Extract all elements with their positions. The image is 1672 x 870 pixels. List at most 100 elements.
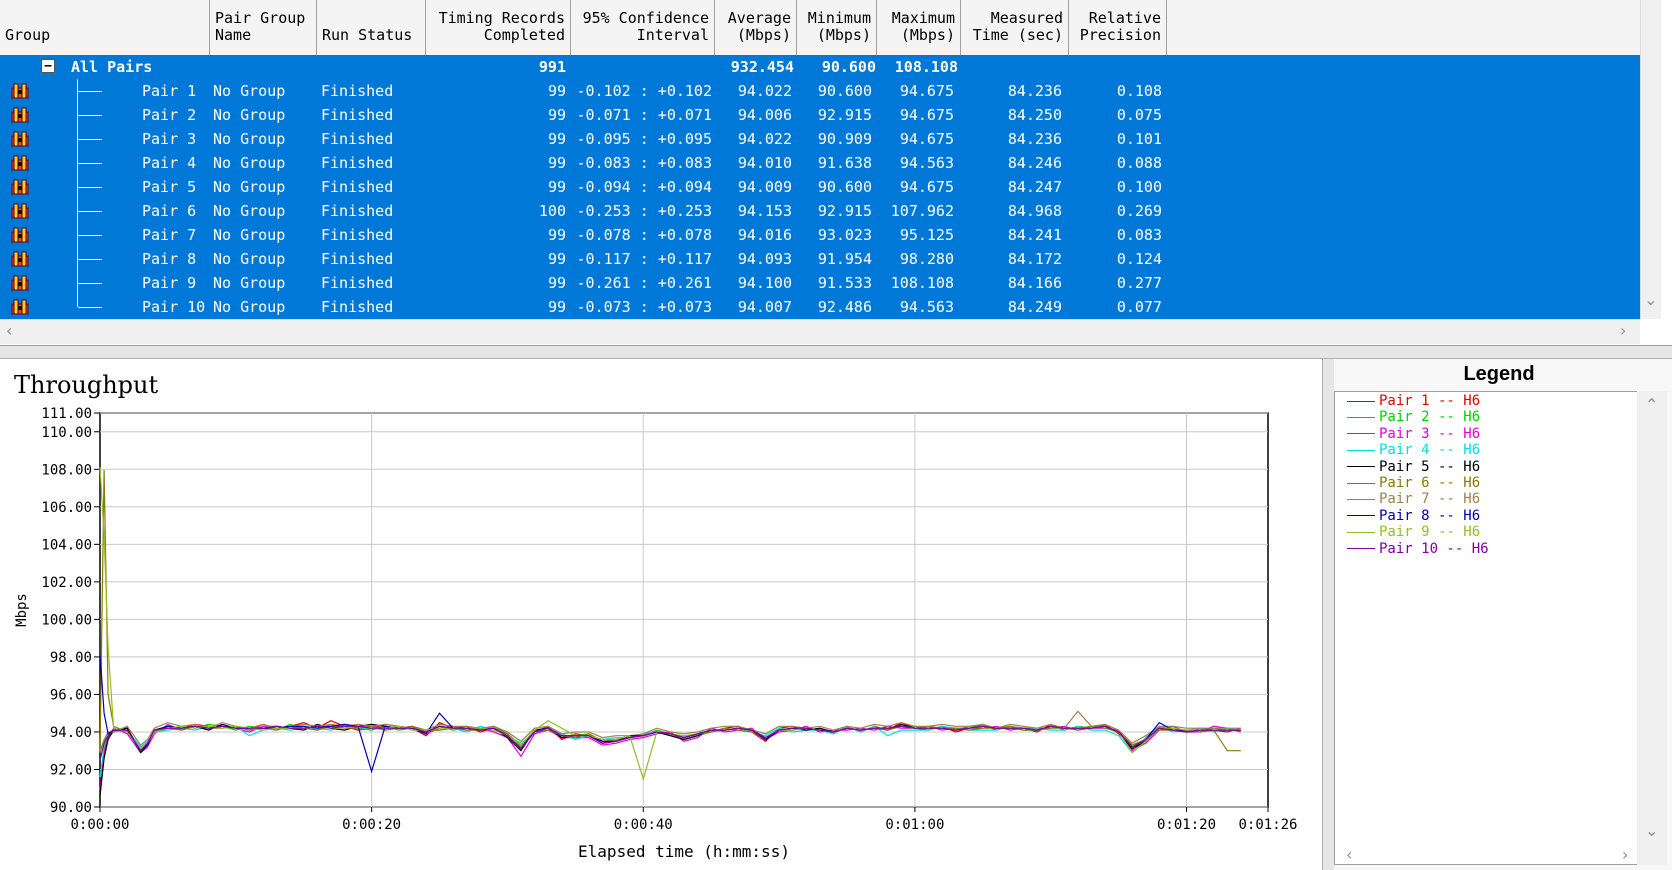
column-header[interactable]: Minimum (Mbps) [797,0,877,55]
legend-item: Pair 3 -- H6 [1347,426,1480,442]
scroll-left-icon[interactable]: ‹ [6,321,12,340]
minimum-cell: 92.915 [817,202,872,220]
summary-average: 932.454 [730,58,794,76]
tree-branch [78,139,102,140]
maximum-cell: 94.563 [899,298,954,316]
scroll-down-icon[interactable]: ⌄ [1644,290,1657,309]
measured-time-cell: 84.968 [1007,202,1062,220]
column-header[interactable]: Run Status [317,0,426,55]
pair-endpoint-icon [11,83,29,99]
legend-panel: Legend Pair 1 -- H6 Pair 2 -- H6 Pair 3 --… [1334,359,1672,870]
average-cell: 94.022 [737,130,792,148]
confidence-interval-cell: -0.253 : +0.253 [576,202,712,220]
run-status-cell: Finished [321,154,394,172]
column-header[interactable]: Relative Precision [1069,0,1167,55]
column-header-line1: Measured [990,9,1063,27]
horizontal-splitter[interactable] [0,346,1672,359]
pair-group-cell: No Group [213,178,286,196]
x-tick-label: 0:00:00 [70,817,129,833]
legend-item: Pair 8 -- H6 [1347,508,1480,524]
legend-item: Pair 10 -- H6 [1347,541,1489,557]
summary-maximum: 108.108 [894,58,958,76]
table-row[interactable]: Pair 6 No Group Finished 100 -0.253 : +0.253… [0,199,1640,223]
table-row[interactable]: Pair 3 No Group Finished 99 -0.095 : +0.095 9… [0,127,1640,151]
legend-label: Pair 7 -- H6 [1379,491,1481,508]
tree-branch [78,163,102,164]
measured-time-cell: 84.166 [1007,274,1062,292]
collapse-icon[interactable]: − [41,59,55,73]
legend-swatch [1347,449,1375,451]
average-cell: 94.153 [737,202,792,220]
measured-time-cell: 84.246 [1007,154,1062,172]
relative-precision-cell: 0.075 [1116,106,1162,124]
column-header[interactable]: Average (Mbps) [715,0,797,55]
minimum-cell: 93.023 [817,226,872,244]
pair-endpoint-icon [11,107,29,123]
column-header-line1: Relative [1088,9,1161,27]
column-header-line2: (Mbps) [900,26,955,44]
legend-item: Pair 2 -- H6 [1347,409,1480,425]
pair-group-cell: No Group [213,130,286,148]
legend-list: Pair 1 -- H6 Pair 2 -- H6 Pair 3 -- H6 Pair… [1334,391,1639,865]
column-header[interactable]: Measured Time (sec) [961,0,1069,55]
table-body: − All Pairs 991 932.454 90.600 108.108 P… [0,55,1640,319]
pair-name-cell: Pair 1 [142,82,197,100]
table-vertical-scrollbar[interactable]: ⌄ [1640,0,1661,319]
scroll-right-icon[interactable]: › [1620,321,1626,340]
table-row[interactable]: Pair 8 No Group Finished 99 -0.117 : +0.117 9… [0,247,1640,271]
column-header[interactable]: 95% Confidence Interval [571,0,715,55]
column-header-line2: Completed [483,26,565,44]
legend-item: Pair 9 -- H6 [1347,524,1480,540]
table-row[interactable]: Pair 4 No Group Finished 99 -0.083 : +0.083 9… [0,151,1640,175]
measured-time-cell: 84.249 [1007,298,1062,316]
table-horizontal-scrollbar[interactable]: ‹ › [0,319,1640,344]
column-header-line1: 95% Confidence [582,9,709,27]
run-status-cell: Finished [321,178,394,196]
column-header[interactable]: Timing Records Completed [426,0,571,55]
pair-endpoint-icon [11,203,29,219]
pair-group-cell: No Group [213,298,286,316]
table-row[interactable]: Pair 1 No Group Finished 99 -0.102 : +0.102 9… [0,79,1640,103]
pair-group-cell: No Group [213,106,286,124]
minimum-cell: 90.600 [817,82,872,100]
table-row[interactable]: Pair 10 No Group Finished 99 -0.073 : +0.073… [0,295,1640,319]
column-header[interactable]: Maximum (Mbps) [877,0,961,55]
measured-time-cell: 84.236 [1007,82,1062,100]
summary-row[interactable]: − All Pairs 991 932.454 90.600 108.108 [0,55,1640,79]
table-row[interactable]: Pair 7 No Group Finished 99 -0.078 : +0.078 9… [0,223,1640,247]
confidence-interval-cell: -0.095 : +0.095 [576,130,712,148]
y-tick-label: 100.00 [41,612,92,628]
legend-scroll-up-icon[interactable]: ⌃ [1645,395,1658,414]
relative-precision-cell: 0.083 [1116,226,1162,244]
average-cell: 94.009 [737,178,792,196]
table-row[interactable]: Pair 9 No Group Finished 99 -0.261 : +0.261 9… [0,271,1640,295]
legend-swatch [1347,400,1375,402]
column-header[interactable]: Group [0,0,210,55]
legend-scroll-down-icon[interactable]: ⌄ [1645,821,1658,840]
summary-minimum: 90.600 [821,58,876,76]
pair-endpoint-icon [11,155,29,171]
x-tick-label: 0:01:20 [1157,817,1216,833]
pair-group-cell: No Group [213,250,286,268]
summary-label: All Pairs [71,58,153,76]
column-header-line2: Interval [636,26,709,44]
table-row[interactable]: Pair 2 No Group Finished 99 -0.071 : +0.071 9… [0,103,1640,127]
y-tick-label: 102.00 [41,575,92,591]
legend-vertical-scrollbar[interactable]: ⌃ ⌄ [1637,391,1667,865]
column-header[interactable]: Pair Group Name [210,0,317,55]
column-header-line1: Timing Records [438,9,565,27]
column-header-line2: Time (sec) [972,26,1063,44]
legend-scroll-left-icon[interactable]: ‹ [1346,845,1352,864]
measured-time-cell: 84.172 [1007,250,1062,268]
table-row[interactable]: Pair 5 No Group Finished 99 -0.094 : +0.094 9… [0,175,1640,199]
maximum-cell: 94.675 [899,106,954,124]
legend-item: Pair 1 -- H6 [1347,393,1480,409]
run-status-cell: Finished [321,130,394,148]
legend-scroll-right-icon[interactable]: › [1622,845,1628,864]
pair-endpoint-icon [11,275,29,291]
relative-precision-cell: 0.108 [1116,82,1162,100]
legend-label: Pair 10 -- H6 [1379,540,1489,557]
confidence-interval-cell: -0.261 : +0.261 [576,274,712,292]
minimum-cell: 90.909 [817,130,872,148]
y-tick-label: 90.00 [50,800,92,816]
